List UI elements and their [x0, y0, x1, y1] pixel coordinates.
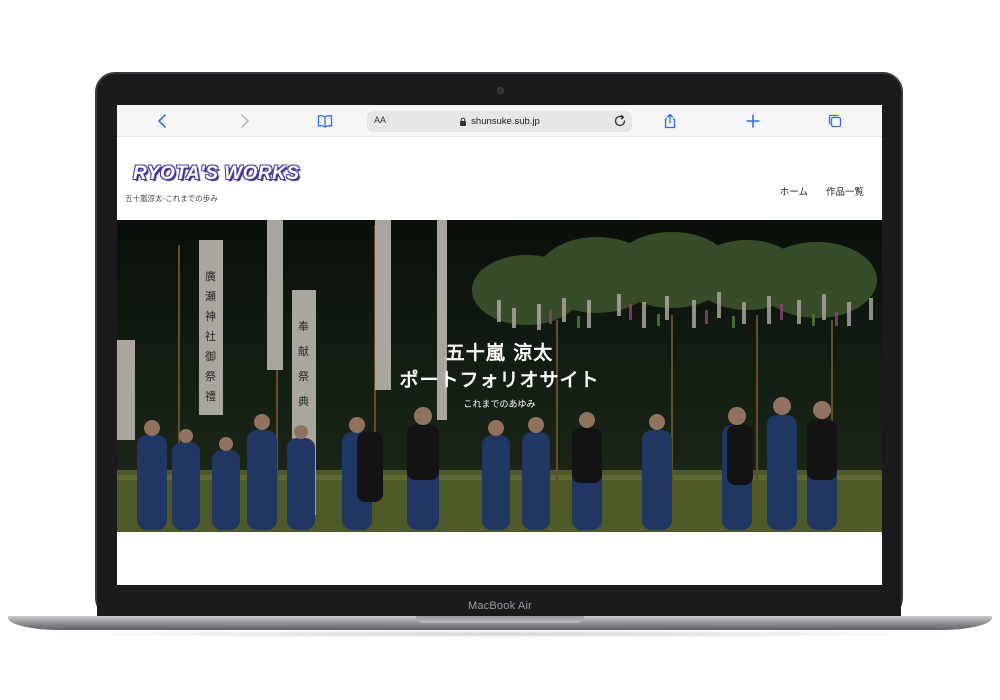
address-bar[interactable]: AA shunsuke.sub.jp	[367, 111, 632, 132]
site-title[interactable]: RYOTA'S WORKS	[133, 163, 300, 185]
hero-text: 五十嵐 涼太 ポートフォリオサイト これまでのあゆみ	[117, 340, 882, 410]
url-text: shunsuke.sub.jp	[471, 116, 540, 127]
lock-icon	[460, 117, 467, 126]
hero-name: 五十嵐 涼太	[445, 342, 554, 364]
site-header: RYOTA'S WORKS 五十嵐涼太-これまでの歩み ホーム 作品一覧	[117, 137, 882, 220]
camera-icon	[497, 87, 504, 94]
back-icon[interactable]	[153, 111, 173, 131]
hero-banner: 廣瀬神 社御祭禮 奉献祭典 五十嵐 涼太 ポートフォリオサイト これまでのあゆみ	[117, 220, 882, 532]
hero-subtitle: ポートフォリオサイト	[399, 369, 600, 391]
forward-icon[interactable]	[234, 111, 254, 131]
laptop-shadow	[40, 630, 960, 638]
reload-icon[interactable]	[613, 114, 627, 128]
screen: AA shunsuke.sub.jp RYOTA'S WORKS 五十嵐涼太-こ…	[117, 105, 882, 585]
laptop-notch	[416, 616, 584, 623]
share-icon[interactable]	[660, 111, 680, 131]
page-content-area	[117, 532, 882, 585]
bookmarks-icon[interactable]	[315, 111, 335, 131]
hero-caption: これまでのあゆみ	[463, 400, 536, 410]
nav-works-link[interactable]: 作品一覧	[826, 184, 864, 198]
nav-home-link[interactable]: ホーム	[780, 184, 808, 198]
tabs-icon[interactable]	[825, 111, 845, 131]
macbook-model-label: MacBook Air	[468, 600, 532, 612]
new-tab-icon[interactable]	[743, 111, 763, 131]
site-tagline: 五十嵐涼太-これまでの歩み	[125, 194, 218, 203]
main-nav: ホーム 作品一覧	[780, 184, 864, 198]
browser-toolbar: AA shunsuke.sub.jp	[117, 105, 882, 137]
